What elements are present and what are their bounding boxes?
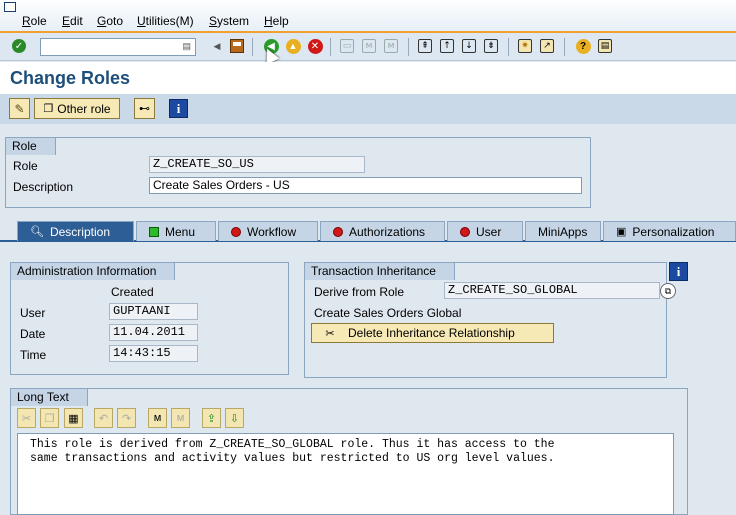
- hierarchy-button[interactable]: ⊷: [134, 98, 155, 119]
- upload-icon[interactable]: ⇪: [202, 408, 221, 428]
- menu-system[interactable]: System: [209, 14, 249, 28]
- tab-description[interactable]: 🔍︎ Description: [17, 221, 134, 241]
- find-text-icon[interactable]: ᴍ: [148, 408, 167, 428]
- transaction-inheritance-group: Transaction Inheritance: [304, 262, 667, 378]
- find-next-text-icon[interactable]: ᴍ: [171, 408, 190, 428]
- pencil-glasses-icon: ✎: [14, 101, 25, 116]
- tab-user[interactable]: User: [447, 221, 523, 241]
- derive-from-role-field[interactable]: Z_CREATE_SO_GLOBAL: [444, 282, 660, 299]
- menu-edit[interactable]: Edit: [62, 14, 83, 28]
- status-red-icon: [333, 226, 343, 237]
- created-label: Created: [111, 285, 154, 299]
- other-role-button[interactable]: ❐ Other role: [34, 98, 120, 119]
- previous-page-icon[interactable]: ↑: [438, 37, 456, 55]
- find-icon[interactable]: ᴍ: [360, 37, 378, 55]
- navigate-icon[interactable]: ⧉: [660, 283, 676, 299]
- last-page-icon[interactable]: ⇟: [482, 37, 500, 55]
- tab-personalization[interactable]: ▣ Personalization: [603, 221, 736, 241]
- copy-icon[interactable]: ❐: [40, 408, 59, 428]
- command-field-dropdown-icon[interactable]: ▤: [182, 41, 191, 52]
- time-label: Time: [20, 348, 47, 362]
- hierarchy-icon: ⊷: [139, 103, 150, 115]
- undo-icon[interactable]: ↶: [94, 408, 113, 428]
- delete-relationship-icon: ✂: [325, 327, 335, 340]
- shortcut-icon[interactable]: ↗: [538, 37, 556, 55]
- menu-utilities[interactable]: Utilities(M): [137, 14, 194, 28]
- magnifier-icon: 🔍︎: [30, 226, 44, 238]
- created-time-field[interactable]: 14:43:15: [109, 345, 198, 362]
- long-text-editor[interactable]: This role is derived from Z_CREATE_SO_GL…: [17, 433, 674, 515]
- tab-authorizations[interactable]: Authorizations: [320, 221, 445, 241]
- delete-inheritance-button[interactable]: ✂ Delete Inheritance Relationship: [311, 323, 554, 343]
- menu-goto[interactable]: Goto: [97, 14, 123, 28]
- menu-role[interactable]: Role: [22, 14, 47, 28]
- derive-role-description: Create Sales Orders Global: [314, 306, 462, 320]
- role-label: Role: [13, 159, 38, 173]
- page-title: Change Roles: [10, 68, 131, 88]
- enter-icon[interactable]: ✓: [10, 37, 28, 55]
- help-icon[interactable]: ?: [574, 37, 592, 55]
- redo-icon[interactable]: ↷: [117, 408, 136, 428]
- date-label: Date: [20, 327, 46, 341]
- tab-menu[interactable]: Menu: [136, 221, 216, 241]
- info-icon[interactable]: i: [669, 262, 688, 281]
- status-red-icon: [460, 226, 470, 237]
- save-icon[interactable]: [228, 37, 246, 55]
- back-arrow-small-icon[interactable]: ◀: [208, 37, 226, 55]
- exit-icon[interactable]: ▲: [284, 37, 302, 55]
- personalization-icon: ▣: [616, 226, 627, 238]
- admin-info-heading: Administration Information: [11, 263, 176, 280]
- create-session-icon[interactable]: ✷: [516, 37, 534, 55]
- derive-from-role-label: Derive from Role: [314, 285, 405, 299]
- transaction-inheritance-heading: Transaction Inheritance: [305, 263, 455, 280]
- created-date-field[interactable]: 11.04.2011: [109, 324, 198, 341]
- find-next-icon[interactable]: ᴍ: [382, 37, 400, 55]
- layout-menu-icon[interactable]: ▤: [596, 37, 614, 55]
- first-page-icon[interactable]: ⇞: [416, 37, 434, 55]
- menu-help[interactable]: Help: [264, 14, 289, 28]
- paste-icon[interactable]: ▦: [64, 408, 83, 428]
- tab-workflow[interactable]: Workflow: [218, 221, 318, 241]
- status-green-icon: [149, 226, 159, 237]
- role-group-heading: Role: [6, 138, 56, 155]
- window-menu-icon[interactable]: [4, 2, 16, 12]
- command-field[interactable]: ▤: [40, 38, 196, 56]
- next-page-icon[interactable]: ↓: [460, 37, 478, 55]
- tab-miniapps[interactable]: MiniApps: [525, 221, 601, 241]
- display-change-button[interactable]: ✎: [9, 98, 30, 119]
- menu-bar: Role Edit Goto Utilities(M) System Help: [0, 0, 736, 32]
- role-field[interactable]: Z_CREATE_SO_US: [149, 156, 365, 173]
- cut-icon[interactable]: ✂: [17, 408, 36, 428]
- description-field[interactable]: Create Sales Orders - US: [149, 177, 582, 194]
- other-object-icon: ❐: [43, 103, 54, 115]
- download-icon[interactable]: ⇩: [225, 408, 244, 428]
- user-label: User: [20, 306, 46, 320]
- info-icon[interactable]: i: [169, 99, 188, 118]
- created-user-field[interactable]: GUPTAANI: [109, 303, 198, 320]
- description-label: Description: [13, 180, 74, 194]
- status-red-icon: [231, 226, 241, 237]
- cancel-icon[interactable]: ✕: [306, 37, 324, 55]
- print-icon[interactable]: ▭: [338, 37, 356, 55]
- long-text-heading: Long Text: [11, 389, 88, 406]
